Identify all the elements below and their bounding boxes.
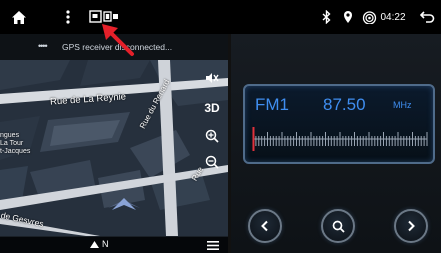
home-button[interactable] — [4, 0, 34, 34]
clock: 04:22 — [380, 11, 406, 23]
top-status-bar: 04:22 — [0, 0, 441, 34]
radio-band: FM1 — [255, 95, 289, 114]
tuner-marker[interactable] — [252, 127, 255, 151]
tuner-scale[interactable] — [247, 126, 431, 152]
zoom-out-button[interactable] — [202, 152, 222, 172]
map-canvas — [0, 60, 228, 236]
annotation-arrow — [102, 24, 134, 56]
previous-station-button[interactable] — [248, 209, 282, 243]
car-infotainment-screen: 04:22 •••• GPS receiver disconnected... — [0, 0, 441, 253]
location-pin-icon — [344, 11, 352, 23]
signal-dots: •••• — [38, 41, 48, 51]
search-station-button[interactable] — [321, 209, 355, 243]
poi-label-line-2: La Tour — [0, 140, 24, 147]
map-menu-button[interactable] — [203, 239, 223, 252]
wifi-status — [360, 0, 378, 34]
zoom-in-icon — [205, 129, 219, 143]
radio-frequency: 87.50 — [323, 95, 366, 114]
location-status — [340, 0, 356, 34]
map-bottom-bar: N — [0, 236, 228, 253]
radio-display[interactable]: FM1 87.50 MHz — [243, 84, 435, 164]
app-menu-button[interactable] — [58, 0, 78, 34]
north-arrow-icon — [90, 240, 99, 248]
navigation-map[interactable]: Rue de La Reynie Rue du Renard Rue de Ge… — [0, 60, 228, 236]
radio-panel: FM1 87.50 MHz — [231, 34, 441, 253]
mute-voice-button[interactable] — [202, 68, 222, 88]
home-icon — [12, 10, 26, 24]
bluetooth-icon — [322, 10, 331, 24]
chevron-right-icon — [408, 220, 415, 232]
wifi-icon — [362, 10, 376, 24]
chevron-left-icon — [261, 220, 268, 232]
poi-label-line-1: ngues — [0, 132, 20, 139]
search-icon — [332, 220, 345, 233]
bluetooth-status — [318, 0, 334, 34]
next-station-button[interactable] — [394, 209, 428, 243]
back-arrow-icon — [419, 11, 434, 23]
compass-label: N — [102, 239, 109, 249]
zoom-out-icon — [205, 155, 219, 169]
poi-label: ngues La Tour t-Jacques — [0, 132, 30, 156]
back-button[interactable] — [416, 0, 438, 34]
zoom-in-button[interactable] — [202, 126, 222, 146]
list-menu-icon — [207, 241, 219, 250]
compass-indicator[interactable]: N — [90, 239, 109, 249]
frequency-unit: MHz — [393, 100, 412, 110]
voice-off-icon — [206, 73, 219, 83]
vertical-dots-icon — [66, 10, 70, 24]
poi-label-line-3: t-Jacques — [0, 148, 31, 155]
view-3d-button[interactable]: 3D — [202, 98, 222, 118]
